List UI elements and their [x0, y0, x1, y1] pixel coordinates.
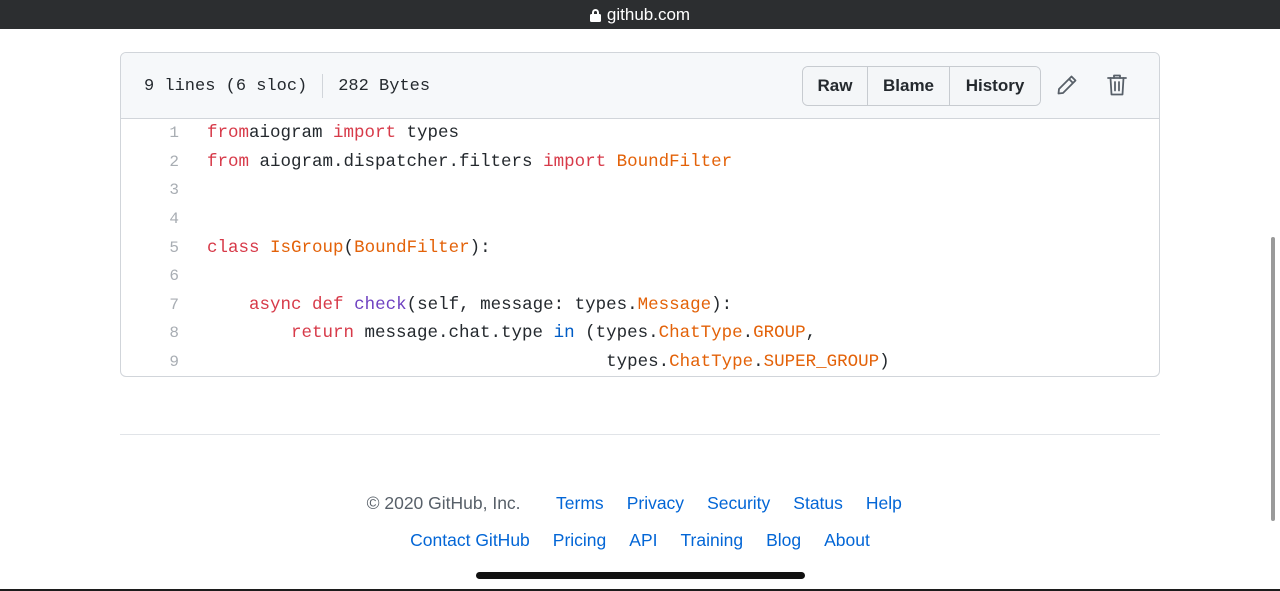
code-token: check — [354, 294, 407, 315]
line-number[interactable]: 4 — [121, 210, 179, 228]
pencil-icon[interactable] — [1053, 71, 1081, 99]
code-line: 5 class IsGroup(BoundFilter): — [121, 233, 1159, 262]
line-number[interactable]: 2 — [121, 153, 179, 171]
url-text: github.com — [606, 4, 691, 24]
footer-link-security[interactable]: Security — [707, 493, 770, 514]
footer-link-privacy[interactable]: Privacy — [627, 493, 684, 514]
code-token: BoundFilter — [354, 237, 470, 258]
code-line: 1 fromaiogram import types — [121, 119, 1159, 148]
history-button[interactable]: History — [950, 67, 1040, 105]
code-text: async def check(self, message: types.Mes… — [207, 295, 732, 315]
divider — [322, 74, 324, 98]
line-number[interactable]: 5 — [121, 239, 179, 257]
line-number[interactable]: 9 — [121, 353, 179, 371]
footer-link-help[interactable]: Help — [866, 493, 902, 514]
lock-icon — [589, 8, 601, 22]
code-token: types — [396, 123, 460, 144]
code-token: import — [333, 123, 397, 144]
footer-link-training[interactable]: Training — [681, 530, 744, 551]
scrollbar[interactable] — [1271, 237, 1275, 521]
code-token: aiogram — [249, 123, 334, 144]
raw-button[interactable]: Raw — [803, 67, 868, 105]
code-text: fromaiogram import types — [207, 123, 459, 143]
line-number[interactable]: 7 — [121, 296, 179, 314]
file-viewer: 9 lines (6 sloc) 282 Bytes Raw Blame His… — [120, 52, 1160, 377]
footer-link-status[interactable]: Status — [793, 493, 843, 514]
code-block: 1 fromaiogram import types 2 from aiogram.d… — [121, 119, 1159, 376]
code-line: 8 return message.chat.type in (types.Cha… — [121, 319, 1159, 348]
browser-address-bar[interactable]: github.com — [0, 0, 1280, 29]
code-token: in — [553, 323, 575, 344]
code-token: . — [753, 352, 764, 373]
footer-link-blog[interactable]: Blog — [766, 530, 801, 551]
footer-row-primary: © 2020 GitHub, Inc. Terms Privacy Security… — [0, 493, 1280, 514]
code-token: . — [742, 323, 754, 344]
code-token: import — [543, 151, 607, 172]
code-token: , — [805, 323, 817, 344]
code-token: ChatType — [658, 323, 743, 344]
code-token: IsGroup — [270, 237, 344, 258]
footer-link-pricing[interactable]: Pricing — [553, 530, 607, 551]
code-token: async — [249, 294, 302, 315]
code-token: (self, message: types. — [406, 294, 638, 315]
footer-link-contact-github[interactable]: Contact GitHub — [410, 530, 530, 551]
copyright: © 2020 GitHub, Inc. — [366, 493, 521, 513]
line-number[interactable]: 8 — [121, 324, 179, 342]
code-token: aiogram.dispatcher.filters — [249, 151, 544, 172]
footer-divider — [120, 434, 1160, 435]
code-text: return message.chat.type in (types.ChatT… — [207, 323, 816, 343]
url-display[interactable]: github.com — [589, 4, 691, 25]
code-token: from — [207, 123, 250, 144]
line-count: 9 lines (6 sloc) — [144, 76, 308, 96]
code-text: class IsGroup(BoundFilter): — [207, 238, 491, 258]
code-token: from — [207, 151, 250, 172]
footer-link-terms[interactable]: Terms — [556, 493, 604, 514]
footer-link-about[interactable]: About — [824, 530, 870, 551]
code-text: from aiogram.dispatcher.filters import B… — [207, 152, 732, 172]
line-number[interactable]: 1 — [121, 124, 179, 142]
code-token: Message — [637, 294, 712, 315]
code-token: types. — [207, 352, 670, 373]
footer-link-api[interactable]: API — [629, 530, 657, 551]
code-line: 4 — [121, 205, 1159, 234]
code-line: 3 — [121, 176, 1159, 205]
file-size: 282 Bytes — [338, 76, 431, 96]
code-line: 9 types.ChatType.SUPER_GROUP) — [121, 348, 1159, 376]
code-token: ): — [711, 294, 733, 315]
home-indicator[interactable] — [476, 572, 805, 579]
file-actions-group: Raw Blame History — [802, 66, 1041, 106]
code-line: 2 from aiogram.dispatcher.filters import … — [121, 148, 1159, 177]
footer-row-secondary: Contact GitHub Pricing API Training Blog Abou… — [0, 530, 1280, 551]
line-number[interactable]: 6 — [121, 267, 179, 285]
code-text: types.ChatType.SUPER_GROUP) — [207, 352, 890, 372]
code-line: 7 async def check(self, message: types.M… — [121, 291, 1159, 320]
file-header: 9 lines (6 sloc) 282 Bytes Raw Blame His… — [121, 53, 1159, 119]
code-token: ( — [343, 237, 355, 258]
code-token: SUPER_GROUP — [763, 352, 880, 373]
line-number[interactable]: 3 — [121, 181, 179, 199]
code-token: (types. — [574, 323, 659, 344]
code-token: def — [312, 294, 344, 315]
trash-icon[interactable] — [1103, 71, 1131, 99]
code-token: ) — [879, 352, 890, 373]
code-token: message.chat.type — [354, 323, 554, 344]
code-token: ): — [469, 237, 491, 258]
code-token: return — [291, 323, 355, 344]
code-token: class — [207, 237, 260, 258]
code-line: 6 — [121, 262, 1159, 291]
code-token: BoundFilter — [616, 151, 733, 172]
code-token: ChatType — [669, 352, 754, 373]
file-info: 9 lines (6 sloc) 282 Bytes — [144, 53, 430, 119]
blame-button[interactable]: Blame — [868, 67, 950, 105]
code-token: GROUP — [753, 323, 806, 344]
